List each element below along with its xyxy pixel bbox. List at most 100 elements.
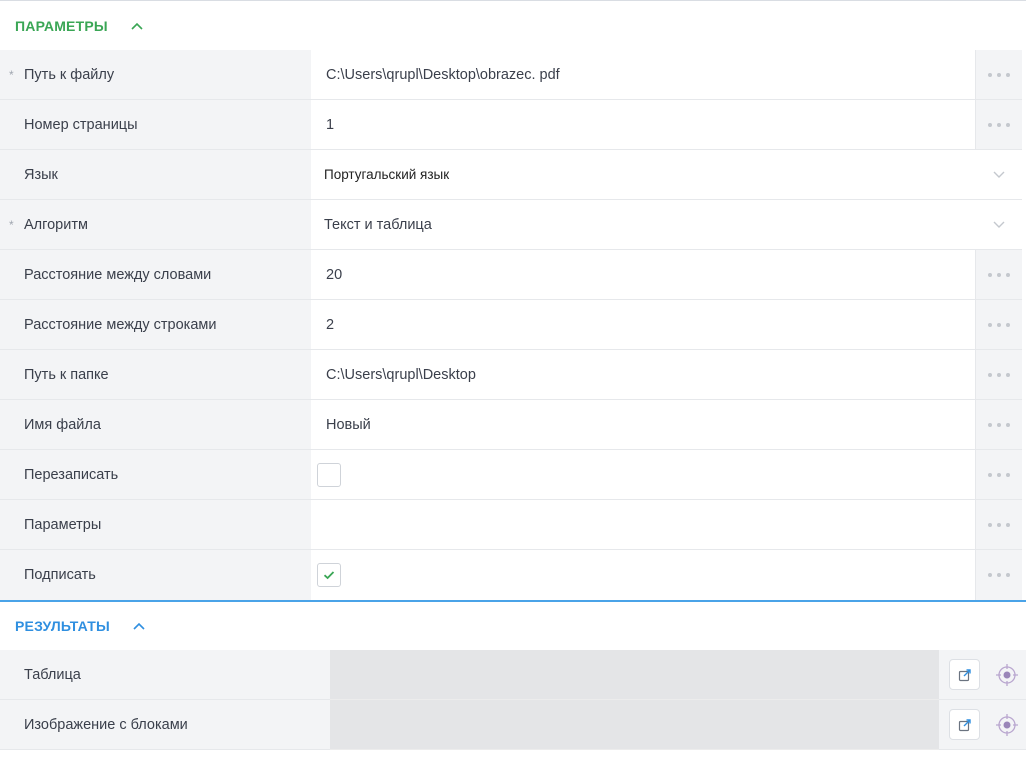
param-label-cell: * Алгоритм [0,200,311,250]
result-label: Изображение с блоками [24,716,188,733]
param-label: Подписать [24,567,96,583]
language-select[interactable]: Португальский язык [311,150,1022,200]
param-label: Параметры [24,516,102,533]
word-spacing-input[interactable]: 20 [311,250,976,300]
checkmark-icon [323,571,335,580]
more-dots-icon [988,422,1010,427]
overwrite-checkbox[interactable] [317,462,341,487]
more-dots-icon [988,72,1010,77]
more-button[interactable] [976,400,1022,450]
param-value: 2 [326,316,335,333]
more-dots-icon [988,322,1010,327]
export-icon [958,718,971,731]
algorithm-select[interactable]: Текст и таблица [311,200,1022,250]
param-label: Расстояние между словами [24,266,212,283]
param-label-cell: * Путь к файлу [0,50,311,100]
param-row-line-spacing: Расстояние между строками 2 [0,300,1026,350]
file-path-input[interactable]: C:\Users\qrupl\Desktop\obrazec. pdf [311,50,976,100]
param-label: Алгоритм [24,216,88,233]
more-button[interactable] [976,350,1022,400]
more-dots-icon [988,372,1010,377]
param-value: Текст и таблица [324,216,432,233]
more-button[interactable] [976,100,1022,150]
param-row-file-name: Имя файла Новый [0,400,1026,450]
target-icon [996,663,1018,686]
parameters-title: ПАРАМЕТРЫ [15,18,108,34]
param-label: Путь к файлу [24,66,115,83]
param-label-cell: Параметры [0,500,311,550]
result-actions [939,650,1026,700]
param-value: 1 [326,116,335,133]
folder-path-input[interactable]: C:\Users\qrupl\Desktop [311,350,976,400]
more-dots-icon [988,472,1010,477]
param-row-page-number: Номер страницы 1 [0,100,1026,150]
more-button[interactable] [976,550,1022,600]
param-label-cell: Язык [0,150,311,200]
param-row-folder-path: Путь к папке C:\Users\qrupl\Desktop [0,350,1026,400]
param-value: C:\Users\qrupl\Desktop\obrazec. pdf [326,66,560,83]
param-label-cell: Путь к папке [0,350,311,400]
result-label-cell: Изображение с блоками [0,700,330,750]
param-label: Номер страницы [24,116,138,133]
file-name-input[interactable]: Новый [311,400,976,450]
result-row-block-image: Изображение с блоками [0,700,1026,750]
more-button[interactable] [976,500,1022,550]
param-label: Имя файла [24,416,101,433]
locate-button[interactable] [994,662,1020,688]
param-row-file-path: * Путь к файлу C:\Users\qrupl\Desktop\ob… [0,50,1026,100]
result-label-cell: Таблица [0,650,330,700]
results-section-header[interactable]: РЕЗУЛЬТАТЫ [0,600,1026,650]
param-row-language: Язык Португальский язык [0,150,1026,200]
sign-checkbox[interactable] [317,563,341,587]
param-label-cell: Номер страницы [0,100,311,150]
more-dots-icon [988,573,1010,577]
more-button[interactable] [976,450,1022,500]
locate-button[interactable] [994,712,1020,738]
param-row-overwrite: Перезаписать [0,450,1026,500]
more-dots-icon [988,522,1010,527]
line-spacing-input[interactable]: 2 [311,300,976,350]
more-button[interactable] [976,50,1022,100]
required-marker: * [9,68,14,82]
param-value: Португальский язык [324,167,450,182]
param-value: C:\Users\qrupl\Desktop [326,366,476,383]
export-button[interactable] [949,659,980,690]
more-button[interactable] [976,250,1022,300]
param-label: Перезаписать [24,466,119,483]
page-number-input[interactable]: 1 [311,100,976,150]
result-row-table: Таблица [0,650,1026,700]
param-row-sign: Подписать [0,550,1026,600]
param-label-cell: Перезаписать [0,450,311,500]
param-row-word-spacing: Расстояние между словами 20 [0,250,1026,300]
parameters-input[interactable] [311,500,976,550]
export-icon [958,668,971,681]
export-button[interactable] [949,709,980,740]
param-label-cell: Расстояние между строками [0,300,311,350]
sign-cell [311,550,976,600]
chevron-up-icon[interactable] [130,19,144,33]
chevron-down-icon[interactable] [992,167,1006,181]
param-label: Расстояние между строками [24,316,217,333]
results-title: РЕЗУЛЬТАТЫ [15,618,110,634]
chevron-down-icon[interactable] [992,217,1006,231]
parameters-section-header[interactable]: ПАРАМЕТРЫ [0,1,1026,51]
more-dots-icon [988,272,1010,277]
param-label-cell: Подписать [0,550,311,600]
param-label-cell: Расстояние между словами [0,250,311,300]
result-value-field[interactable] [330,650,939,700]
result-value-field[interactable] [330,700,939,750]
required-marker: * [9,218,14,232]
result-label: Таблица [24,666,81,683]
overwrite-cell [311,450,976,500]
param-row-parameters: Параметры [0,500,1026,550]
param-label: Путь к папке [24,366,109,383]
param-label: Язык [24,166,58,183]
param-label-cell: Имя файла [0,400,311,450]
param-value: 20 [326,266,343,283]
param-row-algorithm: * Алгоритм Текст и таблица [0,200,1026,250]
target-icon [996,713,1018,736]
more-dots-icon [988,122,1010,127]
param-value: Новый [326,416,371,433]
more-button[interactable] [976,300,1022,350]
chevron-up-icon[interactable] [132,619,146,633]
